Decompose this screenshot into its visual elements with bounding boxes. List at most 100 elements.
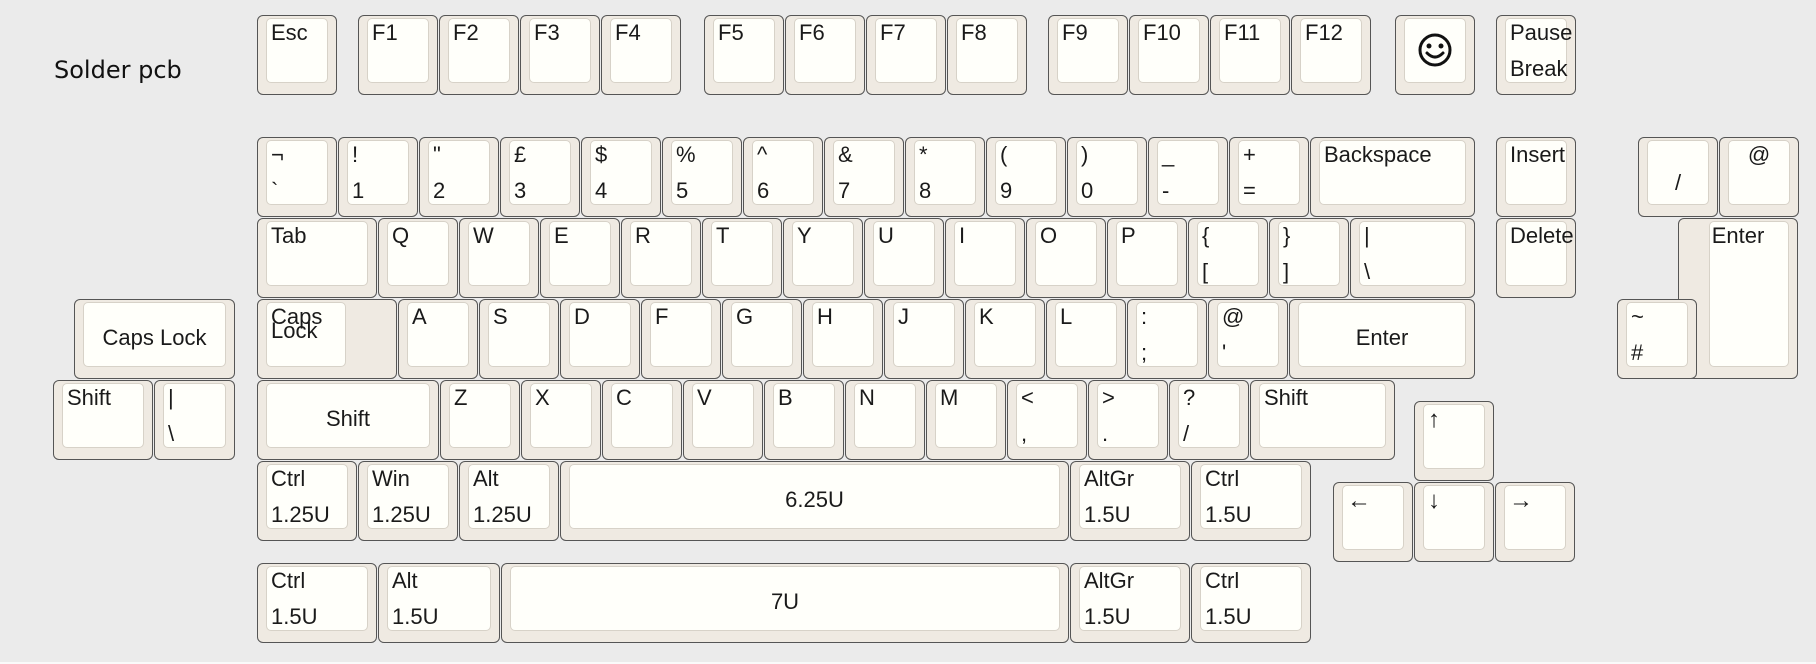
key-f8[interactable]: F8 <box>947 15 1027 95</box>
key-np-at[interactable]: @ <box>1719 137 1799 217</box>
key-f3[interactable]: F3 <box>520 15 600 95</box>
key-n3[interactable]: £3 <box>500 137 580 217</box>
key-h[interactable]: H <box>803 299 883 379</box>
key-backslash[interactable]: | \ <box>1350 218 1475 298</box>
key-rshift[interactable]: Shift <box>1250 380 1395 460</box>
key-np-slash[interactable]: / <box>1638 137 1718 217</box>
key-n8[interactable]: * 8 <box>905 137 985 217</box>
key-n4[interactable]: $4 <box>581 137 661 217</box>
key-f12[interactable]: F12 <box>1291 15 1371 95</box>
key-semicolon[interactable]: :; <box>1127 299 1207 379</box>
key-i[interactable]: I <box>945 218 1025 298</box>
key-n[interactable]: N <box>845 380 925 460</box>
key-l[interactable]: L <box>1046 299 1126 379</box>
key-y[interactable]: Y <box>783 218 863 298</box>
key-lshift[interactable]: Shift <box>257 380 439 460</box>
key-f11[interactable]: F11 <box>1210 15 1290 95</box>
key-e[interactable]: E <box>540 218 620 298</box>
key-n6[interactable]: ^ 6 <box>743 137 823 217</box>
key-backspace[interactable]: Backspace <box>1310 137 1475 217</box>
key-lbracket[interactable]: {[ <box>1188 218 1268 298</box>
layout-title: Solder pcb <box>54 56 182 84</box>
key-altgr-15b[interactable]: AltGr 1.5U <box>1070 563 1190 643</box>
key-legend: " <box>433 142 441 167</box>
key-f1[interactable]: F1 <box>358 15 438 95</box>
key-capslock[interactable]: Caps Lock <box>257 299 397 379</box>
key-legend: ' <box>1222 340 1227 365</box>
key-f9[interactable]: F9 <box>1048 15 1128 95</box>
key-minus[interactable]: _ - <box>1148 137 1228 217</box>
key-lshift-split[interactable]: Shift <box>53 380 153 460</box>
key-alt-125[interactable]: Alt 1.25U <box>459 461 559 541</box>
key-rbracket[interactable]: }] <box>1269 218 1349 298</box>
key-n1[interactable]: ! 1 <box>338 137 418 217</box>
key-insert[interactable]: Insert <box>1496 137 1576 217</box>
key-n9[interactable]: (9 <box>986 137 1066 217</box>
key-v[interactable]: V <box>683 380 763 460</box>
key-space-7[interactable]: 7U <box>501 563 1069 643</box>
key-rctrl-15a[interactable]: Ctrl 1.5U <box>1191 461 1311 541</box>
key-np-hash[interactable]: ~ # <box>1617 299 1697 379</box>
key-g[interactable]: G <box>722 299 802 379</box>
key-p[interactable]: P <box>1107 218 1187 298</box>
key-n7[interactable]: & 7 <box>824 137 904 217</box>
key-equal[interactable]: + = <box>1229 137 1309 217</box>
key-left[interactable]: ← <box>1333 482 1413 562</box>
key-q[interactable]: Q <box>378 218 458 298</box>
key-up[interactable]: ↑ <box>1414 401 1494 481</box>
key-f6[interactable]: F6 <box>785 15 865 95</box>
key-c[interactable]: C <box>602 380 682 460</box>
key-esc[interactable]: Esc <box>257 15 337 95</box>
key-space-625[interactable]: 6.25U <box>560 461 1069 541</box>
key-down[interactable]: ↓ <box>1414 482 1494 562</box>
key-j[interactable]: J <box>884 299 964 379</box>
key-o[interactable]: O <box>1026 218 1106 298</box>
key-lctrl-125[interactable]: Ctrl 1.25U <box>257 461 357 541</box>
key-slash[interactable]: ? / <box>1169 380 1249 460</box>
key-rctrl-15b[interactable]: Ctrl 1.5U <box>1191 563 1311 643</box>
key-legend: Esc <box>271 20 308 45</box>
key-legend: 6 <box>757 178 770 203</box>
key-t[interactable]: T <box>702 218 782 298</box>
key-capslock-alt[interactable]: Caps Lock <box>74 299 235 379</box>
key-legend: L <box>1060 304 1073 329</box>
key-z[interactable]: Z <box>440 380 520 460</box>
key-grave[interactable]: ¬ ` <box>257 137 337 217</box>
key-win-125[interactable]: Win 1.25U <box>358 461 458 541</box>
key-u[interactable]: U <box>864 218 944 298</box>
key-altgr-15a[interactable]: AltGr 1.5U <box>1070 461 1190 541</box>
key-d[interactable]: D <box>560 299 640 379</box>
key-period[interactable]: >. <box>1088 380 1168 460</box>
key-alt-15[interactable]: Alt 1.5U <box>378 563 500 643</box>
key-k[interactable]: K <box>965 299 1045 379</box>
key-legend: Alt <box>392 568 418 593</box>
key-f2[interactable]: F2 <box>439 15 519 95</box>
key-enter[interactable]: Enter <box>1289 299 1475 379</box>
key-pause[interactable]: Pause Break <box>1496 15 1576 95</box>
key-n5[interactable]: % 5 <box>662 137 742 217</box>
key-quote[interactable]: @ ' <box>1208 299 1288 379</box>
key-legend: E <box>554 223 569 248</box>
key-smiley[interactable] <box>1395 15 1475 95</box>
key-tab[interactable]: Tab <box>257 218 377 298</box>
key-f7[interactable]: F7 <box>866 15 946 95</box>
key-n0[interactable]: ) 0 <box>1067 137 1147 217</box>
key-w[interactable]: W <box>459 218 539 298</box>
key-comma[interactable]: <, <box>1007 380 1087 460</box>
key-delete[interactable]: Delete <box>1496 218 1576 298</box>
key-f4[interactable]: F4 <box>601 15 681 95</box>
key-a[interactable]: A <box>398 299 478 379</box>
key-right[interactable]: → <box>1495 482 1575 562</box>
key-b[interactable]: B <box>764 380 844 460</box>
key-legend: < <box>1021 385 1034 410</box>
key-iso-pipe[interactable]: | \ <box>154 380 235 460</box>
key-r[interactable]: R <box>621 218 701 298</box>
key-f[interactable]: F <box>641 299 721 379</box>
key-lctrl-15[interactable]: Ctrl 1.5U <box>257 563 377 643</box>
key-n2[interactable]: " 2 <box>419 137 499 217</box>
key-f10[interactable]: F10 <box>1129 15 1209 95</box>
key-x[interactable]: X <box>521 380 601 460</box>
key-m[interactable]: M <box>926 380 1006 460</box>
key-s[interactable]: S <box>479 299 559 379</box>
key-f5[interactable]: F5 <box>704 15 784 95</box>
